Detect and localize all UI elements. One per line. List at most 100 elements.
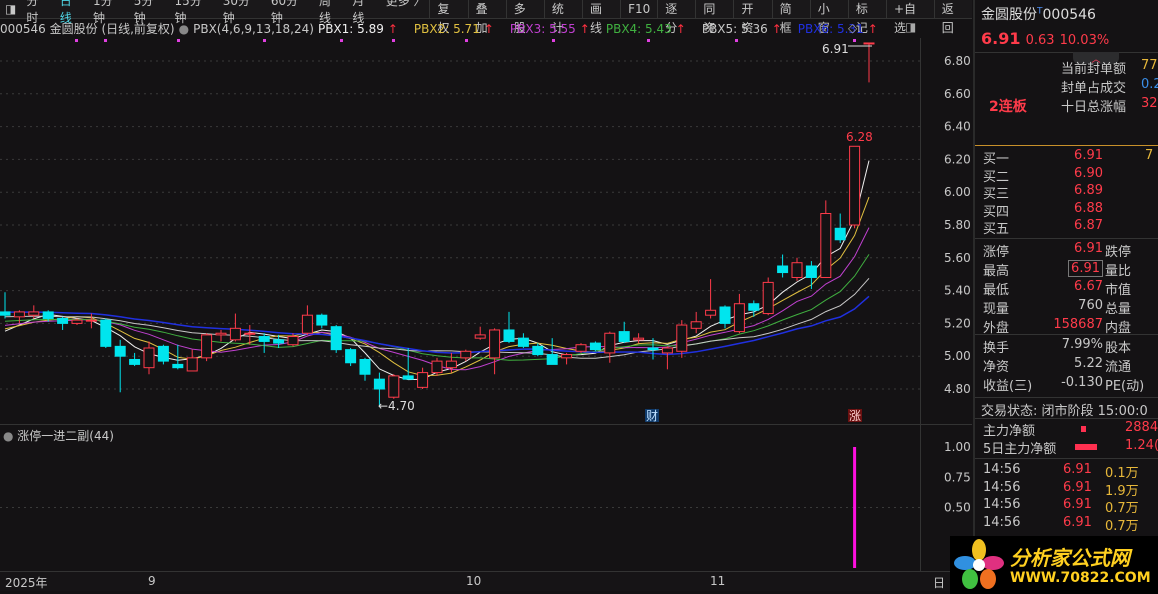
- row-label: 最高: [983, 264, 1010, 279]
- stock-name: 金圆股份: [981, 7, 1037, 23]
- stats-row: 涨停 6.91 跌停: [981, 241, 1158, 260]
- candle-body: [762, 281, 774, 315]
- candle-body: [791, 262, 803, 278]
- candle-body: [460, 350, 472, 359]
- candle-body: [417, 372, 429, 388]
- y-tick-label: 5.60: [944, 251, 971, 265]
- flower-logo-icon: [954, 539, 1004, 589]
- candle-body: [618, 331, 630, 342]
- row-value: 760: [1078, 298, 1103, 313]
- candle-body: [359, 358, 371, 375]
- row-label: 最低: [983, 283, 1010, 298]
- row-label: 当前封单额: [1061, 62, 1127, 77]
- candle-body: [13, 311, 25, 318]
- sub-indicator-title[interactable]: ● 涨停一进二副(44): [3, 427, 114, 444]
- stats2-row: 换手 7.99% 股本: [981, 337, 1158, 356]
- tick-price: 6.91: [1063, 515, 1092, 531]
- flow-bar: [1075, 444, 1097, 450]
- y-tick-label: 5.40: [944, 284, 971, 298]
- bids-row: 买二 6.90: [981, 166, 1158, 185]
- sub-indicator-name: 涨停一进二副(44): [17, 429, 114, 443]
- candle-body: [201, 334, 213, 359]
- bid-volume: 7: [1145, 148, 1154, 163]
- finance-marker-label: 财: [646, 409, 658, 423]
- low-label: ←4.70: [378, 399, 415, 413]
- tick-time: 14:56: [983, 497, 1021, 513]
- tick-time: 14:56: [983, 462, 1021, 477]
- row-value: 32.8: [1141, 96, 1158, 111]
- candle-body: [157, 345, 169, 362]
- row-label: 涨停: [983, 245, 1010, 260]
- row-label: 换手: [983, 341, 1010, 356]
- candle-body: [57, 317, 69, 324]
- tick-time: 14:56: [983, 479, 1021, 495]
- y-tick-label: 6.20: [944, 152, 971, 166]
- signal-dot: [104, 39, 107, 42]
- tick-volume: 0.7万: [1105, 501, 1139, 517]
- tick-volume: 1.9万: [1105, 483, 1139, 499]
- flow-row: 主力净额 2884: [981, 420, 1158, 439]
- pbx1-line: [4, 160, 870, 381]
- y-tick-label: 5.20: [944, 316, 971, 330]
- candlestick-chart[interactable]: 6.80 6.60 6.40 6.20 6.00 5.80 5.60 5.40 5.20 5.00…: [0, 0, 972, 594]
- candle-body: [805, 265, 817, 278]
- y-tick-label: 6.60: [944, 87, 971, 101]
- stock-name-header: 金圆股份T000546: [981, 4, 1096, 24]
- stats2-row: 净资 5.22 流通: [981, 356, 1158, 375]
- candle-body: [316, 314, 328, 326]
- candle-body: [863, 42, 875, 45]
- pane-divider: [0, 424, 972, 425]
- row-label: 5日主力净额: [983, 442, 1057, 457]
- candle-body: [373, 378, 385, 390]
- stock-code: 000546: [1042, 7, 1096, 23]
- stats-row: 最低 6.67 市值: [981, 279, 1158, 298]
- candle-body: [28, 311, 40, 316]
- signal-dot: [75, 39, 78, 42]
- price-row: 6.91 0.63 10.03%: [981, 29, 1109, 48]
- candle-body: [244, 332, 256, 335]
- candle-body: [849, 145, 861, 226]
- row-label: 主力净额: [983, 424, 1036, 439]
- row-label: 封单占成交: [1061, 81, 1127, 96]
- tick-price: 6.91: [1063, 479, 1092, 495]
- row-value: 6.91: [1068, 260, 1103, 277]
- candle-body: [690, 321, 702, 329]
- last-price-label: 6.91: [822, 42, 849, 56]
- candle-body: [143, 347, 155, 369]
- candle-body: [42, 311, 54, 319]
- sub-y-tick-label: 0.75: [944, 470, 971, 484]
- candle-body: [114, 345, 126, 357]
- bids-row: 买四 6.88: [981, 200, 1158, 220]
- candle-body: [604, 332, 616, 354]
- candle-body: [647, 347, 659, 351]
- candle-body: [834, 227, 846, 241]
- row-value: 6.88: [1074, 200, 1103, 216]
- candle-body: [719, 306, 731, 324]
- candle-body: [287, 336, 299, 346]
- candle-body: [402, 375, 414, 380]
- row-value: 6.67: [1074, 279, 1103, 294]
- row-label-2: 股本: [1105, 341, 1132, 356]
- row-label-2: 流通: [1105, 360, 1132, 375]
- signal-dot: [177, 39, 180, 42]
- row-label-2: 量比: [1105, 264, 1132, 279]
- candle-body: [676, 324, 688, 352]
- signal-dot: [465, 39, 468, 42]
- indicator-toggle-icon[interactable]: ●: [3, 429, 17, 443]
- seal-row: 当前封单额 7794: [981, 58, 1158, 77]
- period-label: 日: [933, 576, 946, 590]
- price-change: 0.63: [1025, 33, 1055, 48]
- signal-dot: [853, 39, 856, 42]
- row-value: 158687: [1053, 317, 1103, 332]
- sub-y-tick-label: 1.00: [944, 440, 971, 454]
- sub-y-tick-label: 0.50: [944, 501, 971, 515]
- candle-body: [561, 354, 573, 359]
- candle-body: [229, 327, 241, 341]
- flow-bar: [1081, 426, 1086, 432]
- bids-row: 买一 6.91 7: [981, 148, 1158, 167]
- row-label: 买三: [983, 187, 1010, 202]
- candle-body: [445, 360, 457, 369]
- row-value: 1.24(: [1125, 438, 1158, 453]
- candle-body: [661, 347, 673, 354]
- y-tick-label: 5.00: [944, 349, 971, 363]
